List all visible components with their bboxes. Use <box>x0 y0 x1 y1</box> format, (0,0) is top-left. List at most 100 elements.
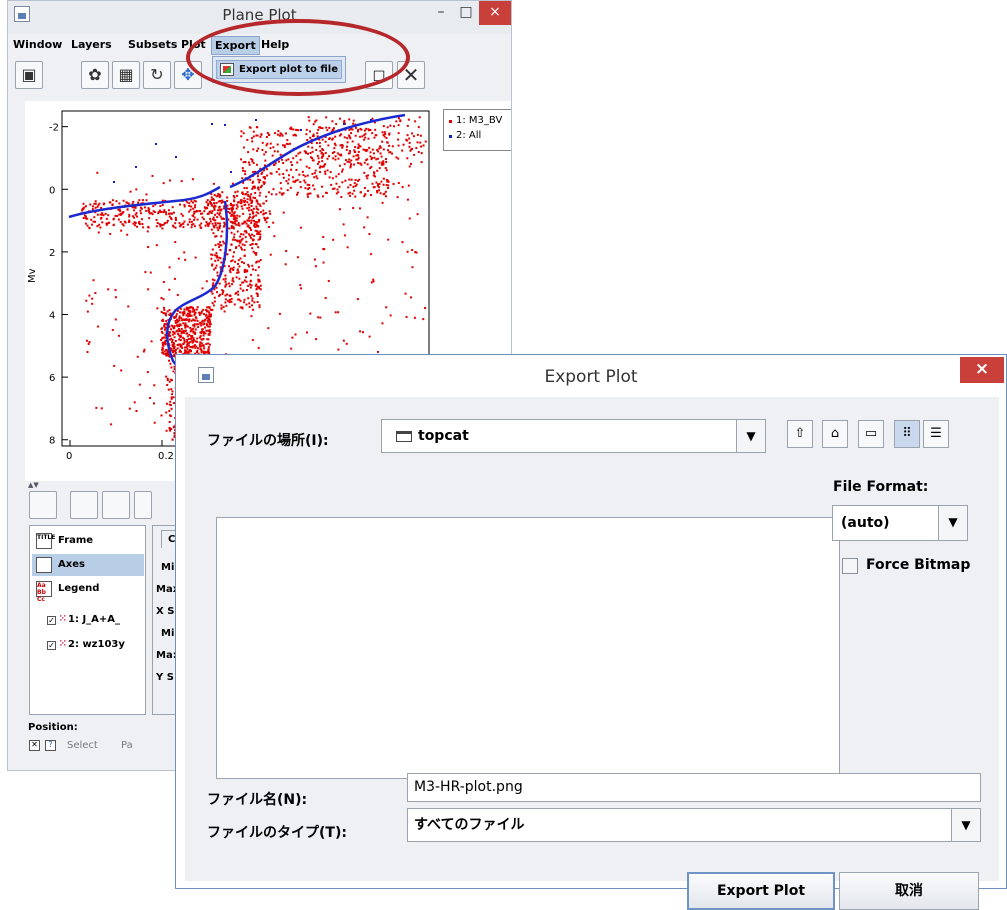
red-point <box>378 161 381 164</box>
red-point <box>178 334 181 337</box>
layer-1[interactable]: ✓ ⁙ 1: J_A+A_ <box>32 609 144 631</box>
red-point <box>301 170 304 173</box>
list-view-icon[interactable]: ⠿ <box>894 420 920 448</box>
red-point <box>290 128 293 131</box>
red-point <box>387 186 390 189</box>
red-point <box>371 132 374 135</box>
red-point <box>225 304 228 307</box>
export-plot-button[interactable]: Export Plot <box>687 872 835 910</box>
file-format-combo[interactable]: (auto) ▼ <box>832 505 968 541</box>
pan-button[interactable]: Pa <box>121 740 133 751</box>
red-point <box>207 225 210 228</box>
red-point <box>152 205 155 208</box>
red-point <box>335 192 338 195</box>
red-point <box>221 191 224 194</box>
split-arrow-icon[interactable]: ▲▼ <box>28 481 40 489</box>
red-point <box>166 379 169 382</box>
layer-legend[interactable]: Aa Bb Cc Legend <box>32 578 144 603</box>
minimize-button[interactable]: – <box>429 1 453 25</box>
menu-layers[interactable]: Layers <box>68 38 115 51</box>
red-point <box>111 329 114 332</box>
red-point <box>363 129 366 132</box>
red-point <box>107 214 110 217</box>
red-point <box>263 153 266 156</box>
red-point <box>161 331 164 334</box>
red-point <box>254 269 257 272</box>
home-icon[interactable]: ⌂ <box>822 420 848 448</box>
red-point <box>268 210 271 213</box>
red-point <box>232 268 235 271</box>
layer-2[interactable]: ✓ ⁙ 2: wz103y <box>32 634 144 656</box>
close-x-icon[interactable]: ✕ <box>29 740 40 751</box>
red-point <box>168 426 171 429</box>
layer-1-checkbox[interactable]: ✓ <box>47 616 56 625</box>
menu-window[interactable]: Window <box>10 38 65 51</box>
file-list[interactable] <box>216 517 840 779</box>
red-point <box>313 172 316 175</box>
details-view-icon[interactable]: ☰ <box>923 420 949 448</box>
red-point <box>250 221 253 224</box>
chevron-down-icon[interactable]: ▼ <box>951 809 980 841</box>
dialog-close-button[interactable]: × <box>960 357 1004 383</box>
red-point <box>188 309 191 312</box>
red-point <box>296 179 299 182</box>
red-point <box>248 219 251 222</box>
new-folder-icon[interactable]: ▭ <box>858 420 884 448</box>
red-point <box>352 119 355 122</box>
file-type-combo[interactable]: すべてのファイル ▼ <box>407 808 981 842</box>
red-point <box>97 204 100 207</box>
red-point <box>193 308 196 311</box>
up-folder-icon[interactable]: ⇧ <box>787 420 813 448</box>
red-point <box>333 142 336 145</box>
layer-axes[interactable]: Axes <box>32 554 144 576</box>
red-point <box>94 292 97 295</box>
add-histogram-layer-icon[interactable] <box>134 491 152 519</box>
y-tick-label: 4 <box>49 311 55 322</box>
red-point <box>162 281 165 284</box>
cancel-button[interactable]: 取消 <box>839 872 979 910</box>
red-point <box>247 151 250 154</box>
red-point <box>173 332 176 335</box>
window-icon[interactable]: ▣ <box>15 61 43 89</box>
red-point <box>379 192 382 195</box>
red-point <box>254 242 257 245</box>
red-point <box>218 246 221 249</box>
red-point <box>370 194 373 197</box>
layer-2-checkbox[interactable]: ✓ <box>47 641 56 650</box>
window-icon[interactable] <box>29 491 57 519</box>
subset-blob-icon[interactable]: ✿ <box>81 61 109 89</box>
red-point <box>350 163 353 166</box>
red-point <box>187 320 190 323</box>
red-point <box>354 126 357 129</box>
add-scatter-layer-icon[interactable] <box>70 491 98 519</box>
red-point <box>90 218 93 221</box>
file-name-input[interactable]: M3-HR-plot.png <box>407 773 981 802</box>
replot-icon[interactable]: ↻ <box>143 61 171 89</box>
red-point <box>322 247 325 250</box>
red-point <box>202 350 205 353</box>
help-icon[interactable]: ? <box>45 740 56 751</box>
add-pair-layer-icon[interactable] <box>102 491 130 519</box>
red-point <box>176 293 179 296</box>
look-in-combo[interactable]: topcat ▼ <box>381 419 766 453</box>
subset-draw-icon[interactable]: ▦ <box>112 61 140 89</box>
chevron-down-icon[interactable]: ▼ <box>938 506 967 540</box>
close-button[interactable]: × <box>479 1 511 25</box>
chevron-down-icon[interactable]: ▼ <box>736 420 765 452</box>
red-point <box>166 310 169 313</box>
red-point <box>156 307 159 310</box>
red-point <box>344 159 347 162</box>
red-point <box>419 141 422 144</box>
select-button[interactable]: Select <box>67 740 98 751</box>
red-point <box>417 150 420 153</box>
red-point <box>285 159 288 162</box>
red-point <box>299 151 302 154</box>
red-point <box>247 203 250 206</box>
red-point <box>207 204 210 207</box>
menu-subsets[interactable]: Subsets <box>125 38 180 51</box>
dialog-titlebar[interactable]: Export Plot × <box>176 355 1006 396</box>
maximize-button[interactable]: □ <box>454 1 478 25</box>
force-bitmap-checkbox[interactable] <box>842 558 858 574</box>
layer-frame[interactable]: TITLE Frame <box>32 530 144 552</box>
red-point <box>242 161 245 164</box>
